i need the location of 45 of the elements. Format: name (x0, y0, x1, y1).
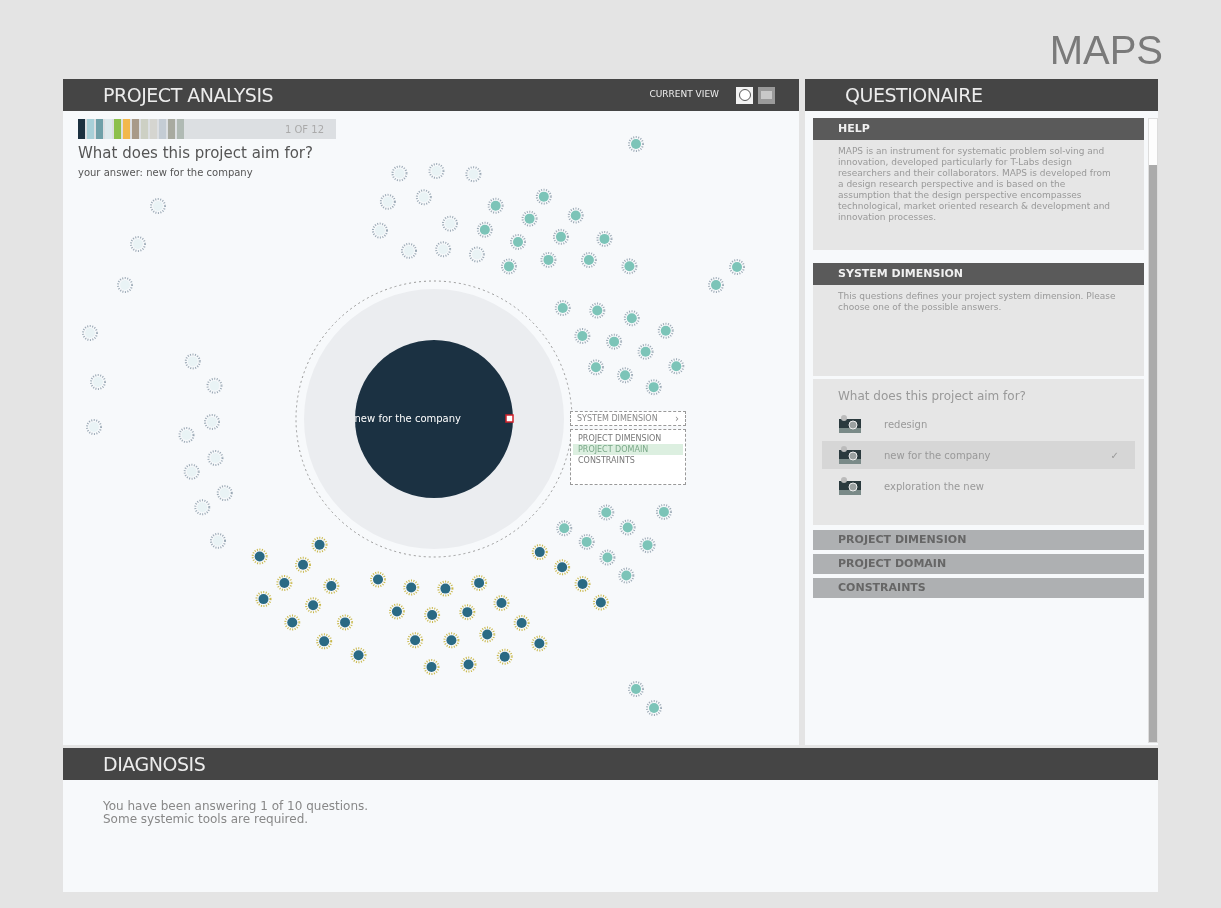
app-title: MAPS (1049, 27, 1163, 74)
center-label: new for the company (354, 412, 461, 426)
section-header[interactable]: PROJECT DOMAIN (813, 554, 1144, 574)
section-title: CONSTRAINTS (838, 579, 926, 596)
diagnosis-text: You have been answering 1 of 10 questions. (103, 800, 370, 813)
popup-title: SYSTEM DIMENSION (577, 412, 658, 425)
answer-label: redesign (884, 417, 928, 432)
popup-item[interactable]: PROJECT DIMENSION (573, 433, 683, 444)
section-header[interactable]: SYSTEM DIMENSION (813, 263, 1144, 285)
section-header[interactable]: CONSTRAINTS (813, 578, 1144, 598)
check-icon: ✓ (1110, 447, 1119, 463)
answer-option[interactable]: redesign (822, 410, 1135, 438)
question-title: What does this project aim for? (837, 388, 1027, 405)
answer-label: new for the company (884, 448, 991, 463)
panel-title: PROJECT ANALYSIS (103, 82, 274, 108)
rectangle-icon (761, 91, 772, 99)
section-header[interactable]: HELP (813, 118, 1144, 140)
help-text: MAPS is an instrument for systematic problem sol-ving and innovation, developed particularly for T-Labs design researchers and their collaborators. MAPS is developed from a design research perspective and is based on the assumption that the design perspective encompasses technological, market oriented research & development and innovation processes. (838, 146, 1112, 223)
panel-title: DIAGNOSIS (103, 751, 206, 777)
section-title: PROJECT DIMENSION (838, 531, 967, 548)
section-header[interactable]: PROJECT DIMENSION (813, 530, 1144, 550)
popup-item[interactable]: CONSTRAINTS (573, 455, 683, 466)
circle-view-button[interactable] (736, 86, 753, 104)
question-counter: 1 OF 12 (284, 122, 324, 137)
camera-icon (838, 445, 862, 465)
camera-icon (838, 414, 862, 434)
popup-item[interactable]: PROJECT DOMAIN (573, 444, 683, 455)
section-title: PROJECT DOMAIN (838, 555, 947, 572)
system-text: This questions defines your project system dimension. Please choose one of the possible answers. (838, 291, 1117, 313)
scroll-thumb[interactable] (1149, 165, 1157, 742)
chevron-icon: › (675, 411, 679, 426)
section-title: SYSTEM DIMENSION (838, 265, 964, 282)
answer-option[interactable]: new for the company ✓ (822, 441, 1135, 469)
section-title: HELP (838, 120, 870, 137)
view-label: CURRENT VIEW (649, 88, 719, 102)
diagnosis-text: Some systemic tools are required. (103, 813, 309, 826)
answer-option[interactable]: exploration the new (822, 472, 1135, 500)
camera-icon (838, 476, 862, 496)
question-title: What does this project aim for? (78, 143, 314, 164)
panel-title: QUESTIONAIRE (845, 82, 983, 108)
list-view-button[interactable] (758, 86, 775, 104)
answer-text: your answer: new for the company (78, 165, 254, 180)
answer-label: exploration the new (884, 479, 984, 494)
scrollbar[interactable] (1148, 118, 1158, 743)
popup-header[interactable]: SYSTEM DIMENSION › (570, 411, 686, 426)
